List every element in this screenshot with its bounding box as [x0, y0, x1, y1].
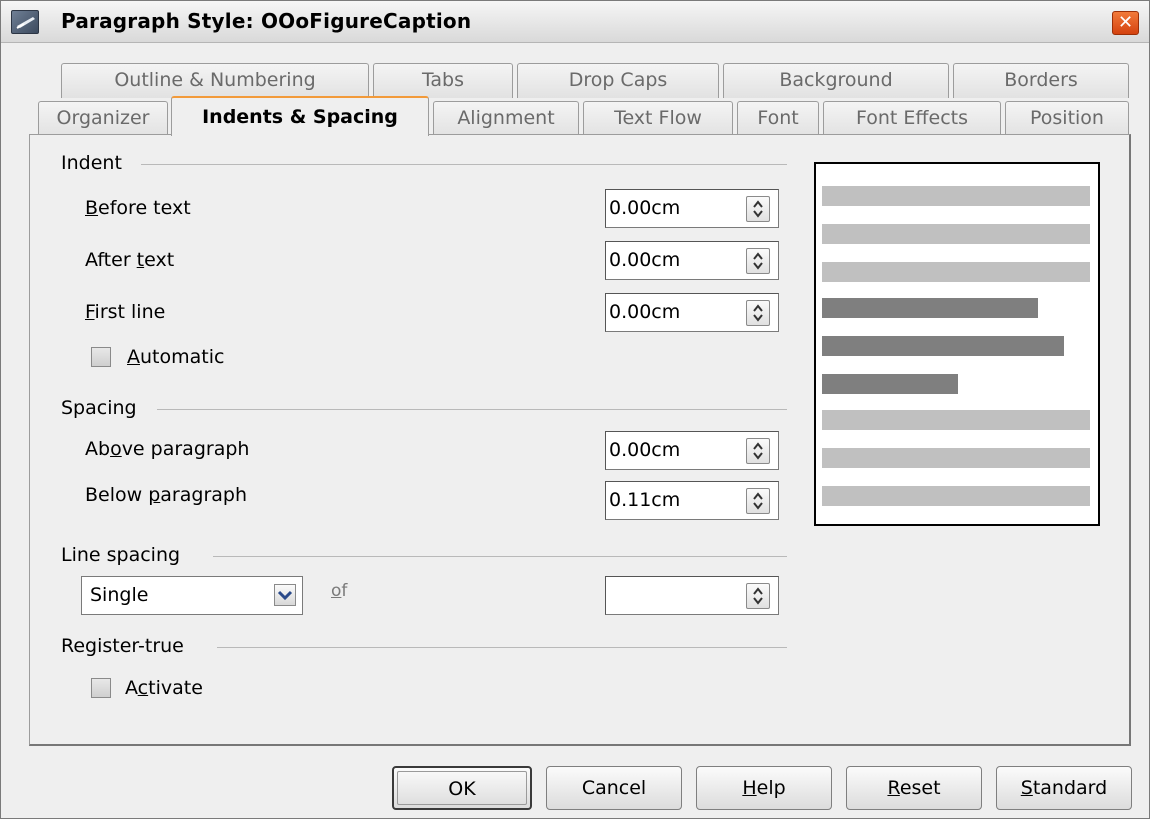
preview-line — [822, 262, 1090, 282]
line-spacing-select[interactable]: Single — [81, 576, 303, 615]
above-paragraph-spinfield[interactable]: 0.00cm — [605, 431, 779, 470]
above-paragraph-label: Above paragraph — [85, 438, 250, 460]
cancel-button[interactable]: Cancel — [546, 766, 682, 810]
below-paragraph-value[interactable]: 0.11cm — [609, 489, 680, 511]
preview-line — [822, 186, 1090, 206]
below-paragraph-label: Below paragraph — [85, 484, 247, 506]
before-text-spinfield[interactable]: 0.00cm — [605, 189, 779, 228]
indent-section-label: Indent — [61, 152, 122, 174]
spin-arrows-icon[interactable] — [746, 196, 770, 222]
help-button[interactable]: Help — [696, 766, 832, 810]
preview-line-current — [822, 336, 1064, 356]
preview-line — [822, 224, 1090, 244]
first-line-value[interactable]: 0.00cm — [609, 301, 680, 323]
of-label: of — [331, 581, 348, 601]
dialog-window: Paragraph Style: OOoFigureCaption ✕ Outl… — [0, 0, 1150, 819]
line-spacing-separator — [213, 556, 787, 557]
after-text-value[interactable]: 0.00cm — [609, 249, 680, 271]
paragraph-preview — [814, 162, 1100, 526]
before-text-label: Before text — [85, 197, 191, 219]
spin-arrows-icon[interactable] — [746, 583, 770, 609]
standard-button[interactable]: Standard — [996, 766, 1132, 810]
below-paragraph-spinfield[interactable]: 0.11cm — [605, 481, 779, 520]
chevron-down-icon[interactable] — [274, 584, 296, 606]
automatic-checkbox[interactable] — [91, 347, 111, 367]
indent-separator — [141, 164, 787, 165]
first-line-spinfield[interactable]: 0.00cm — [605, 293, 779, 332]
register-true-section-label: Register-true — [61, 635, 184, 657]
spin-arrows-icon[interactable] — [746, 248, 770, 274]
preview-line-current — [822, 298, 1038, 318]
automatic-label[interactable]: Automatic — [127, 346, 224, 368]
before-text-value[interactable]: 0.00cm — [609, 197, 680, 219]
after-text-spinfield[interactable]: 0.00cm — [605, 241, 779, 280]
preview-line — [822, 448, 1090, 468]
spin-arrows-icon[interactable] — [746, 300, 770, 326]
activate-checkbox[interactable] — [91, 678, 111, 698]
spin-arrows-icon[interactable] — [746, 488, 770, 514]
preview-line-current — [822, 374, 958, 394]
spin-arrows-icon[interactable] — [746, 438, 770, 464]
above-paragraph-value[interactable]: 0.00cm — [609, 439, 680, 461]
first-line-label: First line — [85, 301, 166, 323]
spacing-separator — [157, 409, 787, 410]
line-spacing-of-spinfield[interactable] — [605, 576, 779, 615]
line-spacing-value: Single — [90, 584, 149, 606]
register-true-separator — [217, 647, 787, 648]
preview-line — [822, 486, 1090, 506]
preview-line — [822, 410, 1090, 430]
spacing-section-label: Spacing — [61, 397, 137, 419]
ok-button[interactable]: OK — [392, 766, 532, 810]
reset-button[interactable]: Reset — [846, 766, 982, 810]
activate-label[interactable]: Activate — [125, 677, 203, 699]
after-text-label: After text — [85, 249, 175, 271]
line-spacing-section-label: Line spacing — [61, 544, 181, 566]
